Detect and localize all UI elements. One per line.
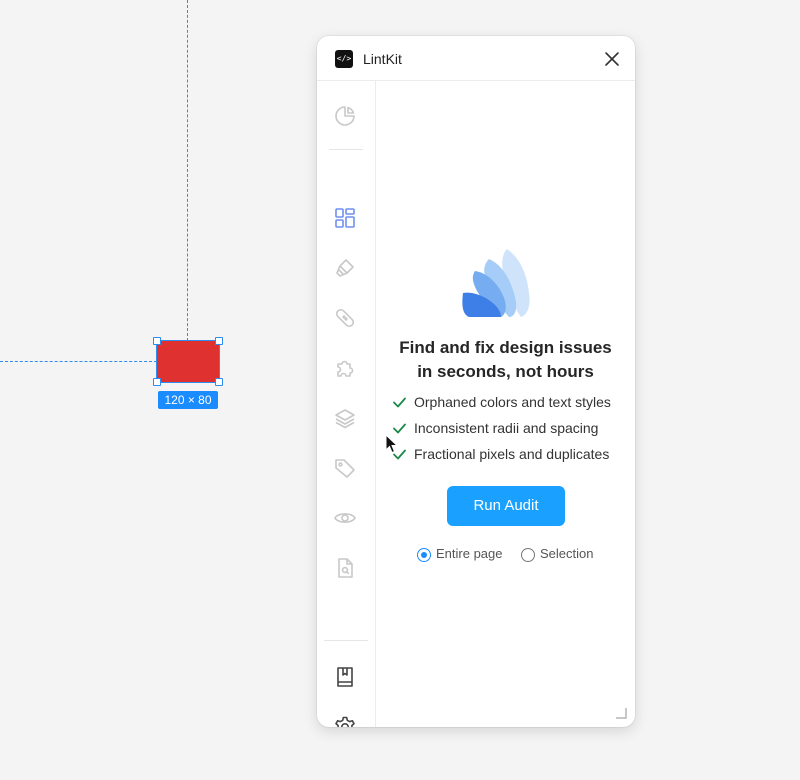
sidebar-divider-bottom (324, 640, 368, 641)
dimensions-badge: 120 × 80 (158, 391, 218, 409)
radio-label: Selection (540, 546, 594, 561)
radio-unselected-indicator[interactable] (521, 548, 535, 562)
pie-chart-icon[interactable] (333, 104, 357, 128)
mouse-pointer-icon (385, 434, 399, 454)
plugin-titlebar: </> LintKit (317, 36, 635, 81)
book-icon[interactable] (333, 665, 357, 689)
vertical-guide-line (187, 0, 188, 341)
radio-selection[interactable]: Selection (521, 545, 611, 565)
headline: Find and fix design issues in seconds, n… (376, 336, 635, 384)
tag-icon[interactable] (333, 456, 357, 480)
plugin-content: Find and fix design issues in seconds, n… (376, 81, 635, 727)
radio-label: Entire page (436, 546, 503, 561)
feature-item: Fractional pixels and duplicates (392, 443, 635, 465)
resize-grip-icon[interactable] (614, 706, 628, 720)
plugin-sidebar (317, 81, 376, 727)
run-audit-button[interactable]: Run Audit (447, 486, 565, 526)
check-icon (393, 397, 406, 408)
file-search-icon[interactable] (333, 556, 357, 580)
paint-brush-icon[interactable] (333, 256, 357, 280)
radio-selected-indicator[interactable] (417, 548, 431, 562)
layers-icon[interactable] (333, 406, 357, 430)
sidebar-divider-top (329, 149, 363, 150)
feature-item: Inconsistent radii and spacing (392, 417, 635, 439)
selected-rectangle[interactable] (156, 340, 220, 383)
feature-label: Fractional pixels and duplicates (414, 446, 610, 462)
resize-handle-top-right[interactable] (215, 337, 223, 345)
hero-illustration (462, 249, 530, 317)
puzzle-icon[interactable] (333, 356, 357, 380)
close-icon (605, 52, 619, 66)
eye-icon[interactable] (333, 506, 357, 530)
resize-handle-top-left[interactable] (153, 337, 161, 345)
close-button[interactable] (601, 48, 623, 70)
bandage-icon[interactable] (333, 306, 357, 330)
radio-entire-page[interactable]: Entire page (417, 545, 517, 565)
headline-line-1: Find and fix design issues (399, 338, 612, 357)
feature-item: Orphaned colors and text styles (392, 391, 635, 413)
plugin-window: </> LintKit Find and fix design issues i… (317, 36, 635, 727)
resize-handle-bottom-left[interactable] (153, 378, 161, 386)
feature-label: Orphaned colors and text styles (414, 394, 611, 410)
components-grid-icon[interactable] (333, 206, 357, 230)
feature-label: Inconsistent radii and spacing (414, 420, 599, 436)
horizontal-guide-line (0, 361, 157, 362)
radio-dot (421, 552, 427, 558)
gear-icon[interactable] (333, 715, 357, 727)
resize-handle-bottom-right[interactable] (215, 378, 223, 386)
code-logo-icon: </> (335, 50, 353, 68)
headline-line-2: in seconds, not hours (417, 362, 594, 381)
plugin-title: LintKit (363, 51, 402, 67)
